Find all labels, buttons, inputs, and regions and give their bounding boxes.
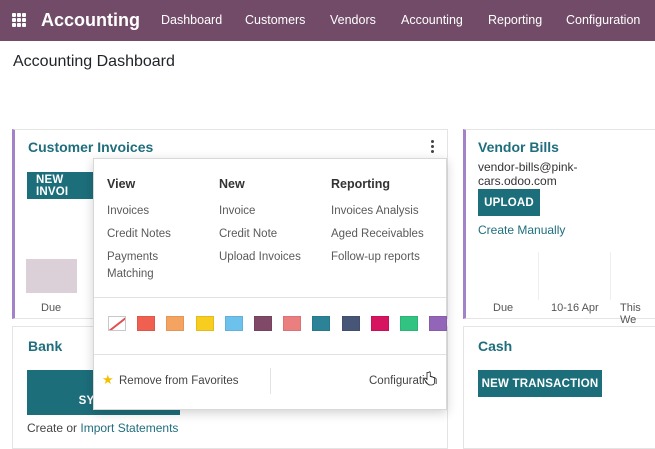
menu-new-credit-note[interactable]: Credit Note: [219, 226, 277, 243]
nav-accounting[interactable]: Accounting: [401, 13, 463, 27]
nav-dashboard[interactable]: Dashboard: [161, 13, 222, 27]
statements-prefix: Create or: [27, 421, 81, 435]
app-brand[interactable]: Accounting: [41, 10, 140, 31]
color-swatch[interactable]: [254, 316, 272, 331]
statements-text: Create or Import Statements: [27, 421, 178, 435]
star-icon: ★: [102, 372, 114, 387]
page-title: Accounting Dashboard: [13, 53, 175, 70]
menu-upload-invoices[interactable]: Upload Invoices: [219, 249, 301, 266]
due-axis-label: Due: [41, 302, 62, 314]
create-manually-link[interactable]: Create Manually: [478, 223, 565, 237]
menu-follow-up-reports[interactable]: Follow-up reports: [331, 249, 420, 266]
vendor-bills-title[interactable]: Vendor Bills: [478, 139, 559, 155]
color-swatch[interactable]: [137, 316, 155, 331]
menu-aged-receivables[interactable]: Aged Receivables: [331, 226, 424, 243]
nav-reporting[interactable]: Reporting: [488, 13, 542, 27]
color-swatch[interactable]: [400, 316, 418, 331]
menu-invoices-analysis[interactable]: Invoices Analysis: [331, 203, 419, 220]
color-swatch[interactable]: [196, 316, 214, 331]
vendor-axis-week: 10-16 Apr: [551, 302, 599, 314]
cash-title[interactable]: Cash: [478, 338, 512, 354]
menu-new-invoice[interactable]: Invoice: [219, 203, 255, 220]
vendor-bills-email: vendor-bills@pink-cars.odoo.com: [478, 160, 578, 188]
reporting-heading: Reporting: [331, 177, 391, 191]
apps-grid-icon[interactable]: [12, 13, 26, 27]
color-swatch[interactable]: [342, 316, 360, 331]
nav-configuration[interactable]: Configuration: [566, 13, 640, 27]
top-navbar: Accounting Dashboard Customers Vendors A…: [0, 0, 655, 41]
color-swatch[interactable]: [225, 316, 243, 331]
kebab-menu-icon[interactable]: [431, 140, 435, 153]
new-invoice-button[interactable]: NEW INVOI: [27, 172, 97, 199]
import-statements-link[interactable]: Import Statements: [80, 421, 178, 435]
dropdown-divider: [94, 354, 446, 355]
remove-from-favorites[interactable]: Remove from Favorites: [119, 373, 239, 390]
bank-title[interactable]: Bank: [28, 338, 62, 354]
color-swatch[interactable]: [166, 316, 184, 331]
view-heading: View: [107, 177, 136, 191]
chart-gridline: [610, 252, 611, 300]
color-swatch[interactable]: [429, 316, 447, 331]
new-transaction-button[interactable]: NEW TRANSACTION: [478, 370, 602, 397]
vendor-axis-this-week: This We: [620, 302, 641, 326]
upload-button[interactable]: UPLOAD: [478, 189, 540, 216]
due-bar: [26, 259, 77, 293]
vendor-axis-due: Due: [493, 302, 514, 314]
footer-separator: [270, 368, 271, 394]
customer-invoices-title[interactable]: Customer Invoices: [28, 139, 153, 155]
menu-invoices[interactable]: Invoices: [107, 203, 149, 220]
color-swatch-none[interactable]: [108, 316, 126, 331]
hand-cursor-icon: [423, 371, 435, 386]
new-heading: New: [219, 177, 245, 191]
color-swatch[interactable]: [312, 316, 330, 331]
color-swatch[interactable]: [283, 316, 301, 331]
chart-gridline: [538, 252, 539, 300]
color-swatch[interactable]: [371, 316, 389, 331]
nav-customers[interactable]: Customers: [245, 13, 305, 27]
menu-payments-line2: Matching: [107, 268, 154, 280]
menu-payments-line1: Payments: [107, 251, 159, 263]
menu-credit-notes[interactable]: Credit Notes: [107, 226, 171, 243]
menu-payments[interactable]: Payments Matching: [107, 249, 158, 283]
nav-vendors[interactable]: Vendors: [330, 13, 376, 27]
dropdown-divider: [94, 297, 446, 298]
